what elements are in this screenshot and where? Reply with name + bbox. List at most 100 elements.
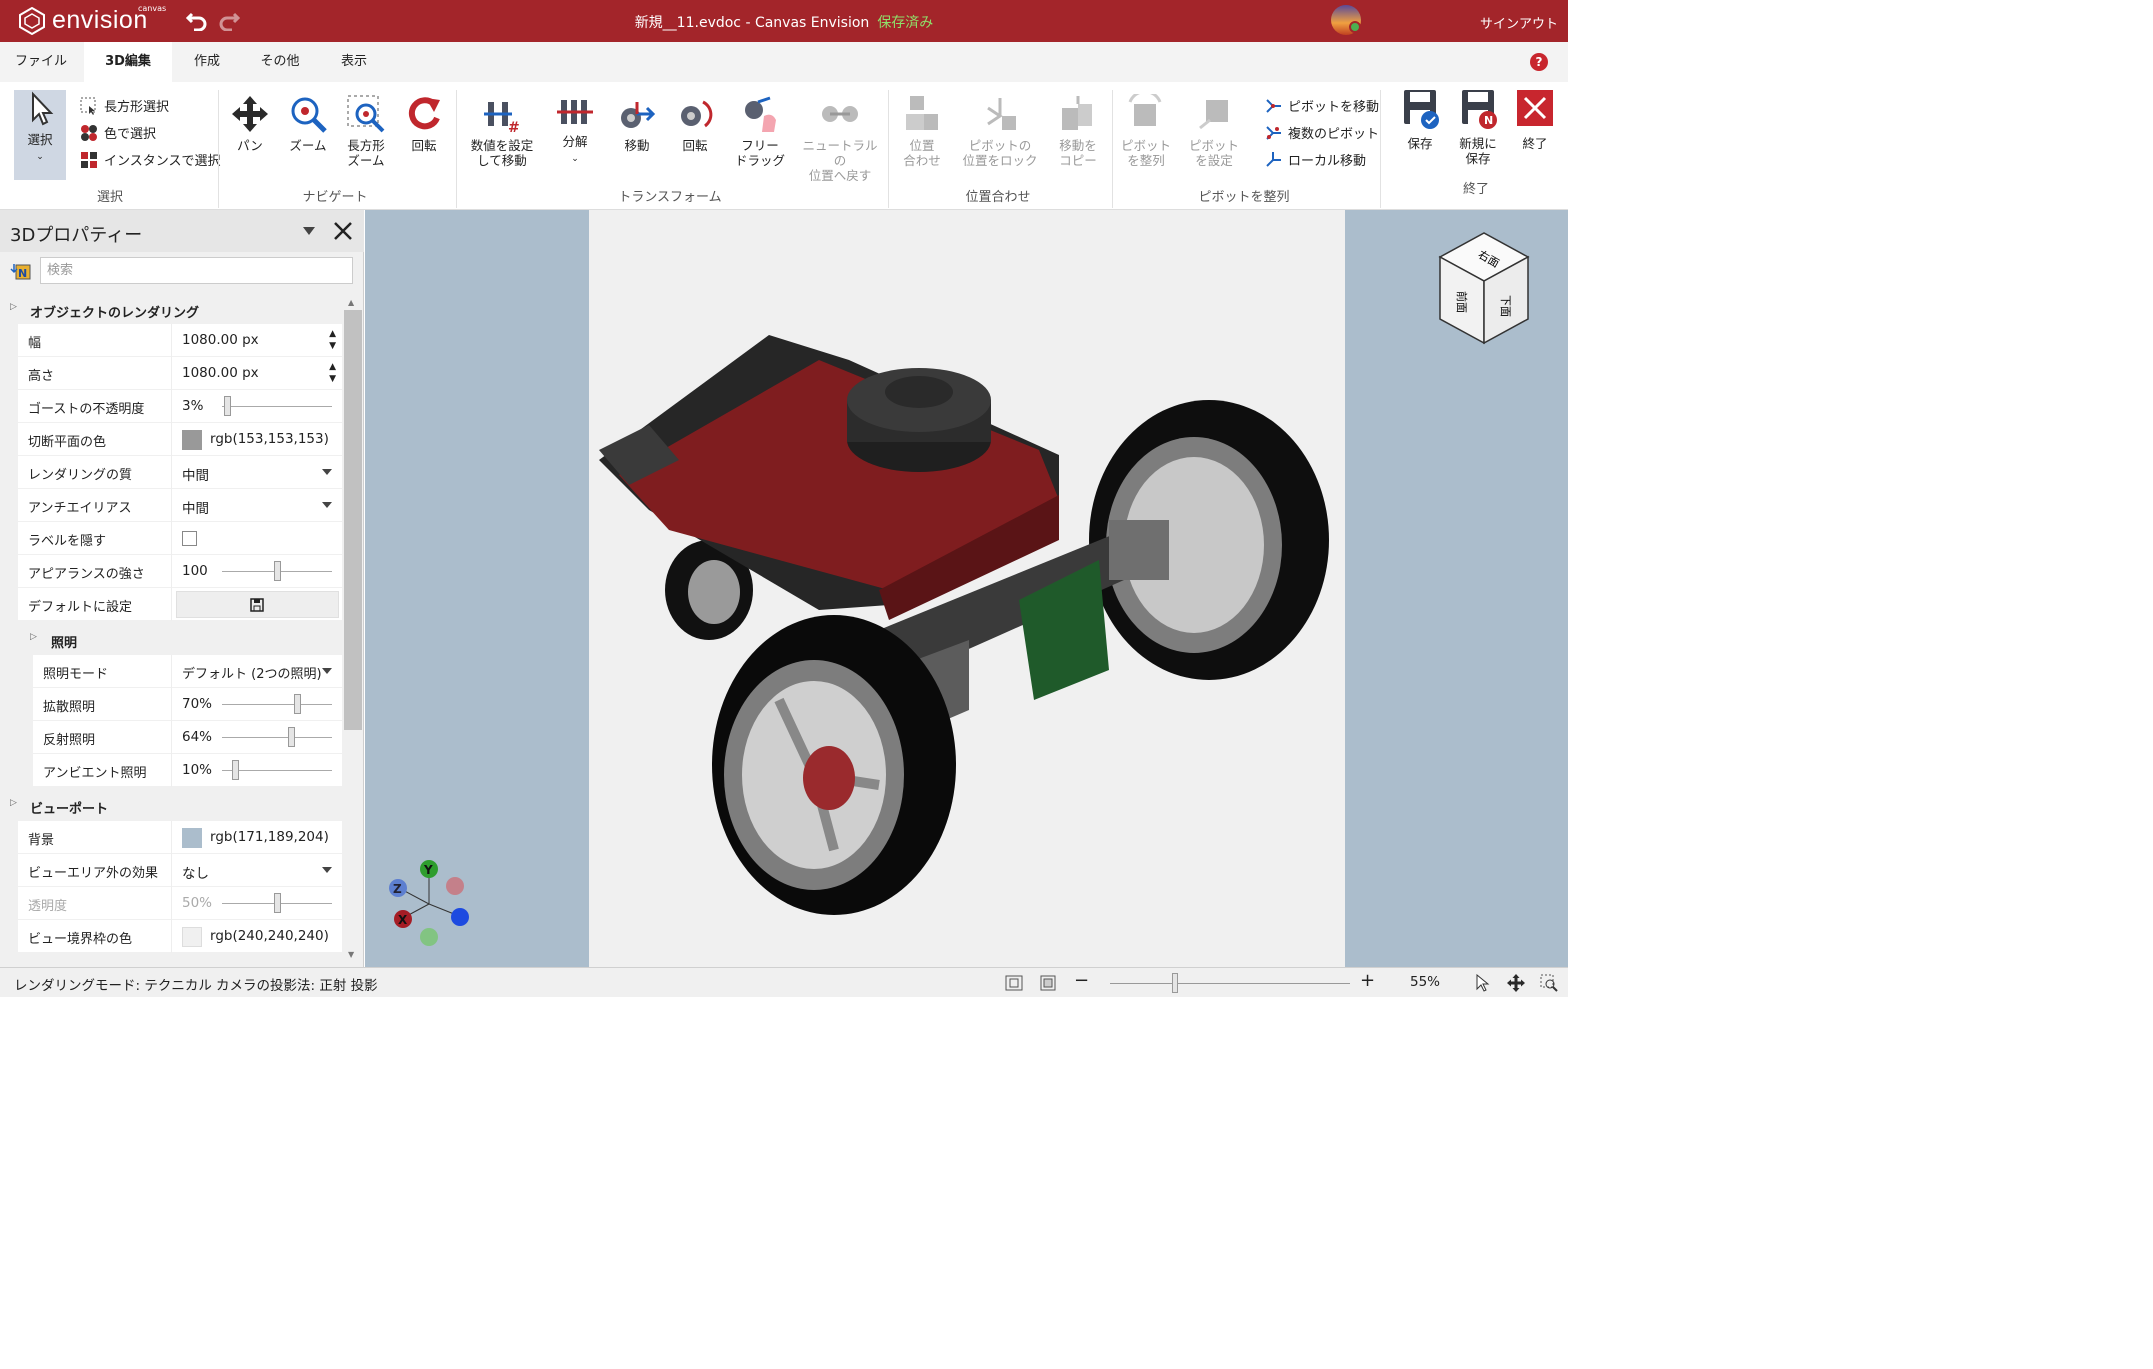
set-value-move-button[interactable]: # 数値を設定 して移動 bbox=[465, 94, 539, 168]
ghost-slider[interactable] bbox=[222, 396, 332, 416]
zoom-slider-thumb[interactable] bbox=[1172, 973, 1178, 993]
select-mode-icon[interactable] bbox=[1474, 974, 1490, 992]
view-cube[interactable]: 右面 前面 下面 bbox=[1438, 225, 1530, 347]
slider-thumb[interactable] bbox=[294, 694, 301, 714]
group-label-pivot: ピボットを整列 bbox=[1198, 190, 1290, 205]
color-select-button[interactable]: 色で選択 bbox=[80, 123, 156, 142]
free-drag-button[interactable]: フリー ドラッグ bbox=[732, 94, 788, 168]
align-label-1: 位置 bbox=[909, 138, 935, 153]
instance-select-button[interactable]: インスタンスで選択 bbox=[80, 150, 220, 169]
multi-pivot-icon bbox=[1266, 125, 1281, 140]
explode-button[interactable]: 分解 ⌄ bbox=[550, 94, 600, 167]
zoom-button[interactable]: ズーム bbox=[284, 94, 332, 153]
multi-pivot-button[interactable]: 複数のピボット bbox=[1264, 123, 1379, 142]
tab-3d-edit[interactable]: 3D編集 bbox=[84, 42, 172, 82]
help-icon[interactable]: ? bbox=[1530, 53, 1548, 71]
section-lighting[interactable]: ▷ 照明 bbox=[18, 626, 342, 652]
instance-select-label: インスタンスで選択 bbox=[104, 154, 221, 169]
signout-button[interactable]: サインアウト bbox=[1480, 13, 1558, 32]
hide-labels-label: ラベルを隠す bbox=[28, 534, 107, 549]
tab-view[interactable]: 表示 bbox=[330, 42, 378, 82]
slider-thumb[interactable] bbox=[274, 893, 281, 913]
zoom-slider[interactable] bbox=[1110, 983, 1350, 984]
set-default-button[interactable] bbox=[176, 591, 339, 618]
align-label-2: 合わせ bbox=[903, 153, 941, 168]
tab-file[interactable]: ファイル bbox=[10, 42, 72, 82]
save-new-label-1: 新規に bbox=[1459, 136, 1497, 151]
panel-close-icon[interactable] bbox=[333, 221, 353, 241]
outside-effect-select[interactable]: なし bbox=[171, 854, 342, 887]
pan-button[interactable]: パン bbox=[226, 94, 274, 153]
cut-color-swatch[interactable] bbox=[182, 430, 202, 450]
zoom-out-icon[interactable]: − bbox=[1074, 970, 1089, 991]
ribbon-divider bbox=[888, 90, 889, 208]
group-label-select: 選択 bbox=[96, 190, 123, 205]
slider-thumb[interactable] bbox=[288, 727, 295, 747]
zoom-in-icon[interactable]: + bbox=[1360, 970, 1375, 991]
slider-thumb[interactable] bbox=[224, 396, 231, 416]
rotate-view-button[interactable]: 回転 bbox=[400, 94, 448, 153]
move-button[interactable]: 移動 bbox=[612, 94, 662, 153]
panel-menu-icon[interactable] bbox=[303, 227, 315, 235]
group-label-transform: トランスフォーム bbox=[618, 190, 722, 205]
slider-thumb[interactable] bbox=[274, 561, 281, 581]
fit-width-icon[interactable] bbox=[1040, 975, 1056, 991]
neg-x-handle[interactable] bbox=[446, 877, 464, 895]
section-render[interactable]: ▷ オブジェクトのレンダリング bbox=[0, 297, 342, 323]
exit-button[interactable]: 終了 bbox=[1512, 88, 1558, 151]
pivot-lock-button[interactable]: ピボットの 位置をロック bbox=[962, 94, 1038, 168]
search-input[interactable]: 検索 bbox=[40, 257, 353, 284]
section-viewport[interactable]: ▷ ビューポート bbox=[0, 793, 342, 819]
save-button[interactable]: 保存 bbox=[1394, 88, 1446, 151]
z-axis-label: Z bbox=[393, 882, 402, 896]
properties-panel: 3Dプロパティー N 検索 ▷ オブジェクトのレンダリング 幅 1080.00 px… bbox=[0, 210, 364, 967]
tab-create[interactable]: 作成 bbox=[182, 42, 232, 82]
rotate-view-label: 回転 bbox=[411, 138, 437, 153]
pivot-move-button[interactable]: ピボットを移動 bbox=[1264, 96, 1379, 115]
diffuse-slider[interactable] bbox=[222, 694, 332, 714]
view-border-swatch[interactable] bbox=[182, 927, 202, 947]
pivot-align-label-2: を整列 bbox=[1127, 153, 1165, 168]
antialias-select[interactable]: 中間 bbox=[171, 489, 342, 522]
align-icon bbox=[906, 96, 938, 130]
rect-zoom-mode-icon[interactable] bbox=[1540, 974, 1558, 992]
specular-slider[interactable] bbox=[222, 727, 332, 747]
neg-z-handle[interactable] bbox=[451, 908, 469, 926]
opacity-slider[interactable] bbox=[222, 893, 332, 913]
appearance-slider[interactable] bbox=[222, 561, 332, 581]
default-label: デフォルトに設定 bbox=[28, 600, 133, 615]
background-swatch[interactable] bbox=[182, 828, 202, 848]
pivot-set-button[interactable]: ピボット を設定 bbox=[1186, 94, 1242, 168]
ambient-slider[interactable] bbox=[222, 760, 332, 780]
pan-mode-icon[interactable] bbox=[1506, 973, 1526, 993]
rect-zoom-button[interactable]: 長方形 ズーム bbox=[340, 94, 392, 168]
rotate-object-button[interactable]: 回転 bbox=[670, 94, 720, 153]
width-value[interactable]: 1080.00 px bbox=[182, 332, 259, 348]
align-button[interactable]: 位置 合わせ bbox=[894, 94, 950, 168]
select-button[interactable]: 選択 ⌄ bbox=[14, 90, 66, 180]
prop-outside-effect: ビューエリア外の効果 なし bbox=[18, 854, 342, 887]
ambient-value: 10% bbox=[182, 762, 213, 778]
copy-move-button[interactable]: 移動を コピー bbox=[1050, 94, 1106, 168]
fit-page-icon[interactable] bbox=[1005, 975, 1023, 991]
slider-thumb[interactable] bbox=[232, 760, 239, 780]
quality-select[interactable]: 中間 bbox=[171, 456, 342, 489]
sort-icon[interactable]: N bbox=[10, 262, 32, 280]
robot-model[interactable] bbox=[589, 210, 1345, 967]
axis-triad[interactable]: Y Z X bbox=[383, 858, 473, 950]
rect-select-button[interactable]: 長方形選択 bbox=[80, 96, 169, 115]
spinner-icon[interactable]: ▲ ▼ bbox=[329, 328, 336, 352]
height-value[interactable]: 1080.00 px bbox=[182, 365, 259, 381]
scrollbar-thumb[interactable] bbox=[344, 310, 362, 730]
save-new-button[interactable]: N 新規に 保存 bbox=[1452, 88, 1504, 166]
spinner-icon[interactable]: ▲ ▼ bbox=[329, 361, 336, 385]
neg-y-handle[interactable] bbox=[420, 928, 438, 946]
pivot-align-button[interactable]: ピボット を整列 bbox=[1118, 94, 1174, 168]
local-move-button[interactable]: ローカル移動 bbox=[1264, 150, 1366, 169]
hide-labels-checkbox[interactable] bbox=[182, 531, 197, 546]
tab-other[interactable]: その他 bbox=[252, 42, 308, 82]
scroll-down-icon[interactable]: ▼ bbox=[348, 950, 354, 959]
light-mode-select[interactable]: デフォルト (2つの照明) bbox=[171, 655, 342, 688]
neutral-position-button[interactable]: ニュートラルの 位置へ戻す bbox=[800, 94, 880, 183]
scroll-up-icon[interactable]: ▲ bbox=[348, 298, 354, 307]
